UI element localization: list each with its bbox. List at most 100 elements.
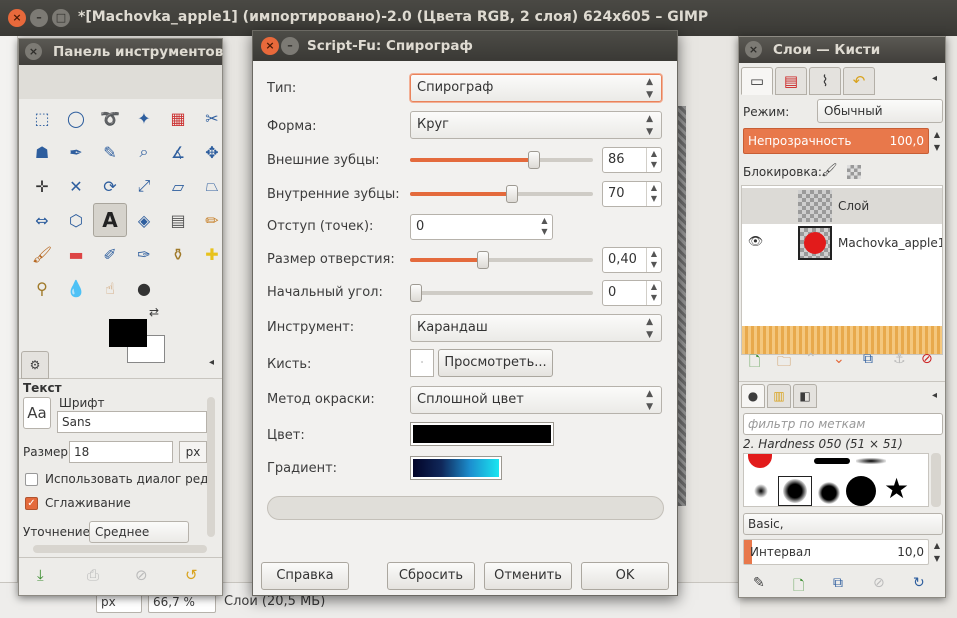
- brush-thumb[interactable]: [748, 454, 772, 468]
- brush-thumb[interactable]: [856, 458, 886, 464]
- slider-knob[interactable]: [506, 185, 519, 203]
- delete-options-icon[interactable]: ⊘: [135, 566, 148, 584]
- shape-combo[interactable]: Круг ▲ ▼: [410, 111, 662, 139]
- anchor-layer-icon[interactable]: ⚓: [893, 351, 906, 367]
- spin-arrows-icon[interactable]: ▲ ▼: [646, 148, 661, 172]
- ellipse-select-icon[interactable]: ◯: [59, 101, 93, 135]
- rotate-icon[interactable]: ⟳: [93, 169, 127, 203]
- dialog-close-button[interactable]: ×: [261, 37, 279, 55]
- text-icon[interactable]: A: [93, 203, 127, 237]
- brush-thumb[interactable]: [846, 476, 876, 506]
- panel-menu-icon[interactable]: ◂: [209, 357, 214, 368]
- undo-tab-icon[interactable]: ↶: [843, 67, 875, 95]
- color-button[interactable]: [410, 422, 554, 446]
- browse-brush-button[interactable]: Просмотреть...: [438, 349, 553, 377]
- blend-icon[interactable]: ▤: [161, 203, 195, 237]
- font-input[interactable]: Sans: [57, 411, 207, 433]
- spin-arrows-icon[interactable]: ▲ ▼: [646, 248, 661, 272]
- inner-teeth-slider[interactable]: [410, 185, 593, 203]
- measure-icon[interactable]: ∡: [161, 135, 195, 169]
- layer-row[interactable]: 👁 Machovka_apple1.sv: [742, 224, 942, 262]
- layer-name[interactable]: Machovka_apple1.sv: [838, 236, 942, 250]
- panel-menu-icon[interactable]: ◂: [932, 73, 937, 84]
- fuzzy-select-icon[interactable]: ✦: [127, 101, 161, 135]
- shear-icon[interactable]: ▱: [161, 169, 195, 203]
- new-brush-icon[interactable]: 🗋: [793, 575, 804, 599]
- refresh-brushes-icon[interactable]: ↻: [913, 575, 925, 591]
- swap-colors-icon[interactable]: ⇄: [149, 305, 159, 319]
- align-icon[interactable]: ✛: [25, 169, 59, 203]
- brush-thumb[interactable]: [814, 458, 850, 464]
- clone-icon[interactable]: ⚱: [161, 237, 195, 271]
- eraser-icon[interactable]: ▬: [59, 237, 93, 271]
- brushes-tab-icon[interactable]: ●: [741, 384, 765, 408]
- paths-tab-icon[interactable]: ⌇: [809, 67, 841, 95]
- font-preview-button[interactable]: Aa: [23, 397, 51, 429]
- panel-menu-icon[interactable]: ◂: [932, 390, 937, 401]
- start-angle-slider[interactable]: [410, 284, 593, 302]
- lock-alpha-icon[interactable]: [847, 165, 861, 179]
- zoom-icon[interactable]: ⌕: [127, 135, 161, 169]
- start-angle-spin[interactable]: 0 ▲ ▼: [602, 280, 662, 306]
- airbrush-icon[interactable]: ✐: [93, 237, 127, 271]
- delete-layer-icon[interactable]: ⊘: [921, 351, 933, 367]
- mode-select[interactable]: Обычный: [817, 99, 943, 123]
- raise-layer-icon[interactable]: ⌃: [805, 351, 817, 367]
- slider-knob[interactable]: [410, 284, 422, 302]
- layers-close-button[interactable]: ×: [745, 41, 762, 58]
- options-scrollbar[interactable]: [207, 397, 215, 537]
- ok-button[interactable]: OK: [581, 562, 669, 590]
- star-brush-icon[interactable]: ★: [884, 474, 909, 504]
- opacity-slider[interactable]: Непрозрачность 100,0: [743, 128, 929, 154]
- reset-options-icon[interactable]: ↺: [185, 566, 198, 584]
- paintbrush-icon[interactable]: 🖌: [25, 237, 59, 271]
- edit-brush-icon[interactable]: ✎: [753, 575, 765, 591]
- slider-knob[interactable]: [528, 151, 541, 169]
- perspective-clone-icon[interactable]: ⚲: [25, 271, 59, 305]
- gradients-tab-icon[interactable]: ◧: [793, 384, 817, 408]
- dodge-burn-icon[interactable]: ●: [127, 271, 161, 305]
- dialog-minimize-button[interactable]: –: [281, 37, 299, 55]
- blur-icon[interactable]: 💧: [59, 271, 93, 305]
- hinting-select[interactable]: Среднее: [89, 521, 189, 543]
- move-icon[interactable]: ✥: [195, 135, 229, 169]
- size-input[interactable]: 18: [69, 441, 173, 463]
- brush-preview[interactable]: ·: [410, 349, 434, 377]
- options-hscrollbar[interactable]: [33, 545, 207, 553]
- type-combo[interactable]: Спирограф ▲ ▼: [410, 74, 662, 102]
- heal-icon[interactable]: ✚: [195, 237, 229, 271]
- paint-method-combo[interactable]: Сплошной цвет ▲ ▼: [410, 386, 662, 414]
- new-group-icon[interactable]: 🗀: [777, 351, 791, 375]
- bucket-fill-icon[interactable]: ◈: [127, 203, 161, 237]
- toolbox-close-button[interactable]: ×: [25, 43, 42, 60]
- delete-brush-icon[interactable]: ⊘: [873, 575, 885, 591]
- duplicate-brush-icon[interactable]: ⧉: [833, 575, 843, 591]
- size-unit-select[interactable]: px: [179, 441, 207, 463]
- gradient-button[interactable]: [410, 456, 502, 480]
- slider-knob[interactable]: [477, 251, 490, 269]
- eye-icon[interactable]: 👁: [748, 234, 763, 248]
- scale-icon[interactable]: ⤢: [127, 169, 161, 203]
- brush-thumb[interactable]: [754, 484, 768, 498]
- spin-arrows-icon[interactable]: ▲ ▼: [646, 182, 661, 206]
- spin-arrows-icon[interactable]: ▲ ▼: [931, 539, 943, 565]
- tool-options-tab-icon[interactable]: ⚙: [21, 351, 49, 379]
- rect-select-icon[interactable]: ⬚: [25, 101, 59, 135]
- outer-teeth-spin[interactable]: 86 ▲ ▼: [602, 147, 662, 173]
- restore-options-icon[interactable]: ⎙: [87, 566, 99, 584]
- spacing-slider[interactable]: Интервал 10,0: [743, 539, 929, 565]
- inner-teeth-spin[interactable]: 70 ▲ ▼: [602, 181, 662, 207]
- tool-combo[interactable]: Карандаш ▲ ▼: [410, 314, 662, 342]
- foreground-select-icon[interactable]: ☗: [25, 135, 59, 169]
- brush-thumb-selected[interactable]: [778, 476, 812, 506]
- color-select-icon[interactable]: ▦: [161, 101, 195, 135]
- spin-arrows-icon[interactable]: ▲ ▼: [931, 128, 943, 154]
- brush-set-select[interactable]: Basic,: [743, 513, 943, 535]
- layer-row[interactable]: Слой: [742, 188, 942, 224]
- help-button[interactable]: Справка: [261, 562, 349, 590]
- spin-arrows-icon[interactable]: ▲ ▼: [646, 281, 661, 305]
- brush-scrollbar[interactable]: [931, 453, 941, 507]
- use-editor-checkbox[interactable]: [25, 473, 38, 486]
- spin-arrows-icon[interactable]: ▲ ▼: [537, 215, 552, 239]
- layer-name[interactable]: Слой: [838, 199, 869, 213]
